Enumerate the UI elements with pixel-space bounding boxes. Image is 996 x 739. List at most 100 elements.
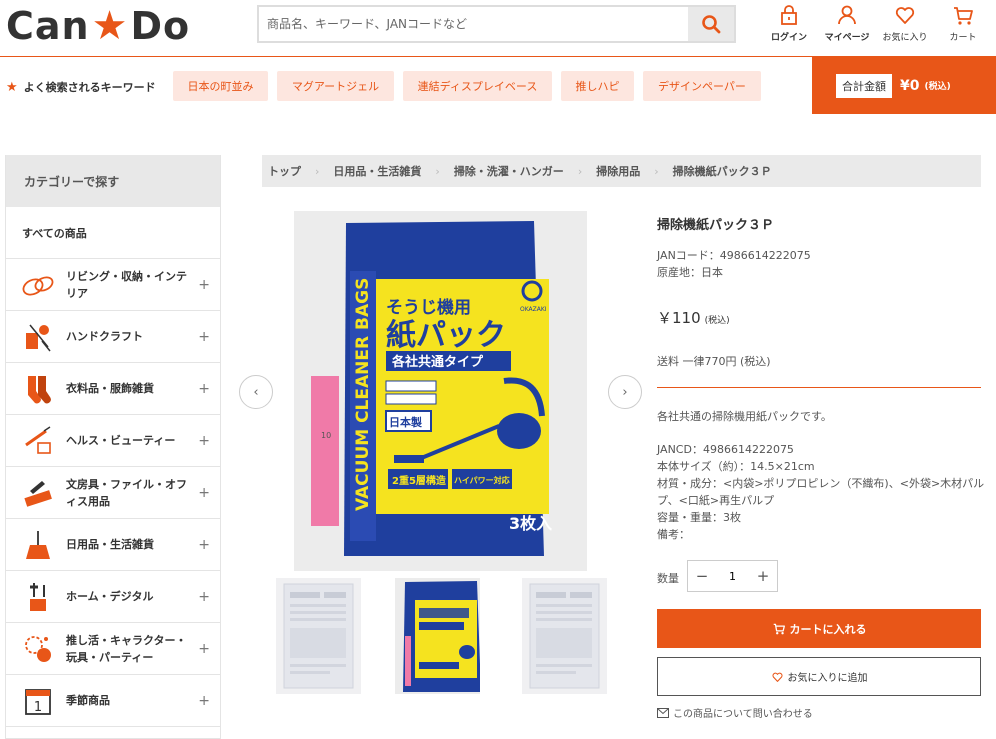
breadcrumb-current: 掃除機紙パック３Ｐ: [672, 165, 772, 178]
chevron-right-icon: ›: [577, 164, 583, 178]
cart-icon: [954, 7, 973, 25]
keyword-chip[interactable]: 日本の町並み: [173, 71, 268, 101]
pkg-title1: そうじ機用: [386, 297, 471, 318]
sidebar-item-clothing[interactable]: 衣料品・服飾雑貨 +: [6, 363, 220, 415]
sidebar-item-beauty[interactable]: ヘルス・ビューティー +: [6, 415, 220, 467]
header-nav: ログイン マイページ お気に入り カート: [760, 2, 992, 43]
chevron-right-icon: ›: [315, 164, 320, 178]
add-to-favorites-button[interactable]: お気に入りに追加: [657, 657, 981, 696]
keyword-chip[interactable]: マグアートジェル: [277, 71, 394, 101]
breadcrumb: トップ › 日用品・生活雑貨 › 掃除・洗濯・ハンガー › 掃除用品 › 掃除機紙パック…: [262, 155, 981, 187]
pkg-side-text: VACUUM CLEANER BAGS: [353, 278, 373, 511]
sidebar-item-all[interactable]: すべての商品: [6, 207, 220, 259]
breadcrumb-item[interactable]: 掃除用品: [596, 163, 640, 179]
search-box: [257, 5, 736, 43]
beauty-icon: [20, 423, 56, 459]
inquiry-label: この商品について問い合わせる: [673, 709, 813, 720]
product-package-illustration: 10 VACUUM CLEANER BAGS そうじ機用 紙パック 各社共通タイ…: [294, 211, 587, 571]
chevron-left-icon: ‹: [253, 384, 259, 400]
breadcrumb-item[interactable]: トップ: [268, 163, 301, 179]
price-value: ￥110: [657, 309, 701, 327]
product-specs: JANCD：4986614222075 本体サイズ（約）：14.5×21cm 材…: [657, 441, 987, 543]
package-back-thumbnail: [522, 578, 607, 694]
product-jan: JANコード：4986614222075: [657, 249, 811, 262]
sidebar-item-home-digital[interactable]: ホーム・デジタル +: [6, 571, 220, 623]
star-icon: ★: [6, 79, 18, 95]
add-to-cart-button[interactable]: カートに入れる: [657, 609, 981, 648]
next-image-button[interactable]: ›: [608, 375, 642, 409]
keyword-bar: ★ よく検索されるキーワード 日本の町並み マグアートジェル 連結ディスプレイベ…: [0, 57, 996, 114]
pkg-subtitle: 各社共通タイプ: [391, 354, 484, 370]
sidebar-item-label: ヘルス・ビューティー: [66, 434, 176, 447]
sidebar-item-label: 文房具・ファイル・オフィス用品: [66, 477, 187, 508]
package-back-thumbnail: [276, 578, 361, 694]
sidebar-item-stationery[interactable]: 文房具・ファイル・オフィス用品 +: [6, 467, 220, 519]
favorites-link[interactable]: お気に入り: [876, 2, 934, 43]
plus-icon[interactable]: +: [198, 485, 210, 501]
spec-line: JANCD：4986614222075: [657, 443, 794, 456]
search-input[interactable]: [267, 13, 687, 35]
keyword-chip[interactable]: デザインペーパー: [643, 71, 761, 101]
login-link[interactable]: ログイン: [760, 2, 818, 43]
thumbnail-image-selected[interactable]: [395, 578, 480, 694]
plus-icon[interactable]: +: [198, 381, 210, 397]
plus-button[interactable]: +: [749, 567, 777, 585]
inquiry-link[interactable]: この商品について問い合わせる: [657, 705, 813, 720]
cart-total[interactable]: 合計金額 ¥0 (税込): [812, 57, 996, 114]
plus-icon[interactable]: +: [198, 277, 210, 293]
candoo-logo[interactable]: Can ★ Do: [6, 3, 190, 49]
sidebar-item-living[interactable]: リビング・収納・インテリア +: [6, 259, 220, 311]
search-button[interactable]: [688, 7, 734, 41]
plus-icon[interactable]: +: [198, 329, 210, 345]
add-to-favorites-label: お気に入りに追加: [787, 673, 868, 684]
sidebar-item-label: 日用品・生活雑貨: [66, 538, 154, 551]
sidebar-title: カテゴリーで探す: [6, 155, 220, 207]
breadcrumb-item[interactable]: 日用品・生活雑貨: [333, 163, 421, 179]
cart-link[interactable]: カート: [934, 2, 992, 43]
heart-icon: [895, 7, 915, 24]
party-icon: [20, 631, 56, 667]
sidebar-item-label: 季節商品: [66, 694, 110, 707]
thumbnail-image[interactable]: [522, 578, 607, 694]
sidebar-item-handcraft[interactable]: ハンドクラフト +: [6, 311, 220, 363]
mypage-link[interactable]: マイページ: [818, 2, 876, 43]
thumbnail-image[interactable]: [276, 578, 361, 694]
spec-line: 容量・重量：3枚: [657, 511, 741, 524]
stationery-icon: [20, 475, 56, 511]
quantity-input[interactable]: [716, 569, 749, 583]
search-icon: [702, 15, 721, 34]
star-icon: ★: [91, 3, 129, 49]
living-icon: [20, 267, 56, 303]
handcraft-icon: [20, 319, 56, 355]
product-origin: 原産地：日本: [657, 266, 723, 279]
mypage-label: マイページ: [824, 33, 870, 43]
keyword-title: ★ よく検索されるキーワード: [6, 79, 156, 95]
mail-icon: [657, 707, 669, 718]
keyword-chip[interactable]: 連結ディスプレイベース: [403, 71, 552, 101]
svg-text:1: 1: [34, 700, 42, 715]
keyword-chip[interactable]: 推しハピ: [561, 71, 634, 101]
site-header: Can ★ Do ログイン マイページ: [0, 0, 996, 57]
sidebar-item-seasonal[interactable]: 1 季節商品 +: [6, 675, 220, 727]
pkg-count: 3枚入: [509, 514, 552, 533]
plus-icon[interactable]: +: [198, 537, 210, 553]
sidebar-item-daily[interactable]: 日用品・生活雑貨 +: [6, 519, 220, 571]
plus-icon[interactable]: +: [198, 641, 210, 657]
price-tax: (税込): [704, 316, 730, 326]
prev-image-button[interactable]: ‹: [239, 375, 273, 409]
plus-icon[interactable]: +: [198, 433, 210, 449]
svg-text:10: 10: [321, 431, 331, 440]
plus-icon[interactable]: +: [198, 693, 210, 709]
quantity-label: 数量: [657, 572, 679, 585]
product-price: ￥110 (税込): [657, 307, 730, 328]
plus-icon[interactable]: +: [198, 589, 210, 605]
minus-button[interactable]: −: [688, 567, 716, 585]
broom-icon: [20, 527, 56, 563]
breadcrumb-item[interactable]: 掃除・洗濯・ハンガー: [454, 163, 564, 179]
pkg-brand: OKAZAKI: [520, 306, 547, 313]
spec-line: 本体サイズ（約）：14.5×21cm: [657, 460, 815, 473]
sidebar-item-party[interactable]: 推し活・キャラクター・玩具・パーティー +: [6, 623, 220, 675]
favorites-label: お気に入り: [882, 33, 928, 43]
logo-text-left: Can: [6, 4, 90, 48]
total-tax: (税込): [924, 82, 951, 92]
